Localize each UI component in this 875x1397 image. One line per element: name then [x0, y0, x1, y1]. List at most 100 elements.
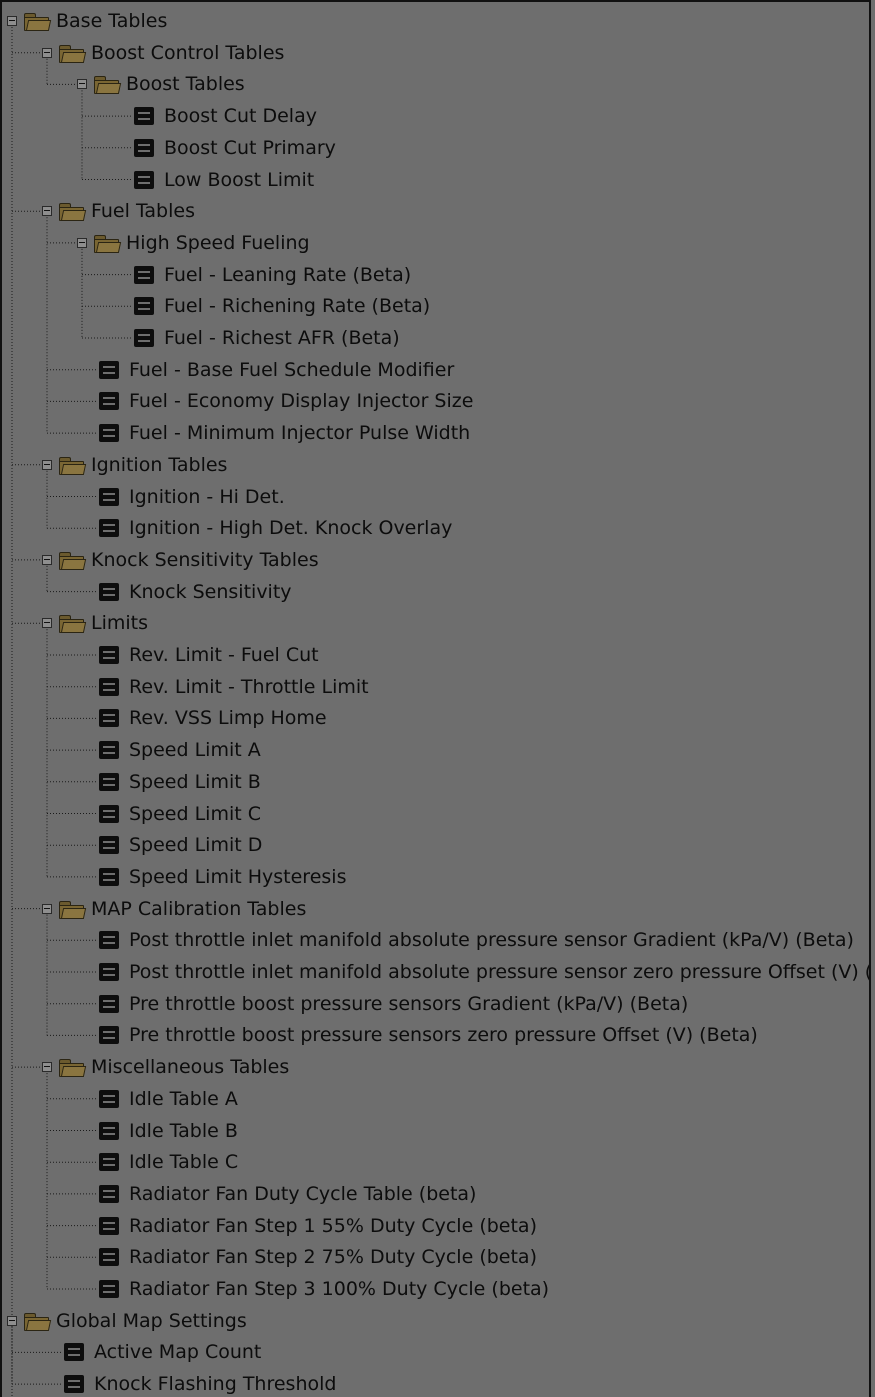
tree-node-label: MAP Calibration Tables [91, 897, 307, 920]
tree-folder-knock-sensitivity-tables[interactable]: Knock Sensitivity Tables [42, 545, 319, 575]
tree-folder-ignition-tables[interactable]: Ignition Tables [42, 450, 227, 480]
table-icon [99, 360, 119, 379]
tree-item-boost-cut-delay[interactable]: Boost Cut Delay [134, 101, 317, 131]
tree-item-knock-sensitivity[interactable]: Knock Sensitivity [99, 577, 292, 607]
tree-item-ignition-hi-det[interactable]: Ignition - Hi Det. [99, 482, 285, 512]
tree-item-fuel-richening-rate-beta[interactable]: Fuel - Richening Rate (Beta) [134, 291, 430, 321]
tree-item-low-boost-limit[interactable]: Low Boost Limit [134, 165, 314, 195]
collapse-toggle-icon[interactable] [7, 1315, 17, 1326]
table-icon [99, 519, 119, 538]
tree-node-label: Boost Cut Primary [164, 136, 336, 159]
table-icon [99, 1280, 119, 1298]
table-icon [99, 836, 119, 855]
tree-item-radiator-fan-duty-cycle-table-beta[interactable]: Radiator Fan Duty Cycle Table (beta) [99, 1179, 476, 1209]
tree-item-radiator-fan-step-2-75-duty-cycle-beta[interactable]: Radiator Fan Step 2 75% Duty Cycle (beta… [99, 1242, 537, 1272]
collapse-toggle-icon[interactable] [42, 1062, 52, 1073]
tree-item-knock-flashing-threshold[interactable]: Knock Flashing Threshold [64, 1369, 336, 1397]
table-icon [99, 424, 119, 443]
tree-node-label: Rev. Limit - Throttle Limit [129, 675, 369, 698]
tree-item-fuel-leaning-rate-beta[interactable]: Fuel - Leaning Rate (Beta) [134, 260, 411, 290]
tree-node-label: Fuel - Base Fuel Schedule Modifier [129, 358, 455, 381]
tree-item-post-throttle-inlet-manifold-absolute-pressure-sensor-zero-pressure-offset-v-beta[interactable]: Post throttle inlet manifold absolute pr… [99, 957, 869, 987]
tree-item-pre-throttle-boost-pressure-sensors-zero-pressure-offset-v-beta[interactable]: Pre throttle boost pressure sensors zero… [99, 1020, 758, 1050]
tree-folder-limits[interactable]: Limits [42, 608, 148, 638]
collapse-toggle-icon[interactable] [77, 79, 87, 90]
tree-item-pre-throttle-boost-pressure-sensors-gradient-kpa-v-beta[interactable]: Pre throttle boost pressure sensors Grad… [99, 989, 688, 1019]
table-icon [99, 1153, 119, 1172]
tree-node-label: Miscellaneous Tables [91, 1056, 290, 1079]
tree-item-fuel-base-fuel-schedule-modifier[interactable]: Fuel - Base Fuel Schedule Modifier [99, 355, 454, 385]
collapse-toggle-icon[interactable] [42, 554, 52, 565]
tree-folder-high-speed-fueling[interactable]: High Speed Fueling [77, 228, 310, 258]
tree-item-rev-limit-throttle-limit[interactable]: Rev. Limit - Throttle Limit [99, 672, 369, 702]
table-icon [99, 646, 119, 664]
tree-node-label: Fuel - Minimum Injector Pulse Width [129, 422, 471, 445]
table-icon [134, 170, 154, 189]
folder-open-icon [58, 900, 87, 919]
tree-item-radiator-fan-step-1-55-duty-cycle-beta[interactable]: Radiator Fan Step 1 55% Duty Cycle (beta… [99, 1211, 537, 1241]
tree-item-idle-table-b[interactable]: Idle Table B [99, 1116, 238, 1146]
table-icon [99, 804, 119, 823]
tree-folder-boost-tables[interactable]: Boost Tables [77, 69, 245, 99]
tree-node-label: Radiator Fan Duty Cycle Table (beta) [129, 1182, 477, 1205]
tree-node-label: Ignition - High Det. Knock Overlay [129, 517, 453, 540]
tree-folder-boost-control-tables[interactable]: Boost Control Tables [42, 38, 284, 68]
tree-item-idle-table-a[interactable]: Idle Table A [99, 1084, 238, 1114]
folder-open-icon [93, 234, 122, 253]
collapse-toggle-icon[interactable] [77, 237, 87, 248]
tree-folder-map-calibration-tables[interactable]: MAP Calibration Tables [42, 894, 306, 924]
collapse-toggle-icon[interactable] [42, 206, 52, 217]
tree-folder-base-tables[interactable]: Base Tables [7, 6, 167, 36]
collapse-toggle-icon[interactable] [42, 618, 52, 629]
tree-item-rev-limit-fuel-cut[interactable]: Rev. Limit - Fuel Cut [99, 640, 319, 670]
tree-item-speed-limit-d[interactable]: Speed Limit D [99, 830, 262, 860]
table-icon [99, 931, 119, 950]
table-icon [134, 265, 154, 284]
collapse-toggle-icon[interactable] [42, 903, 52, 914]
tree-node-label: Speed Limit B [129, 770, 261, 793]
tree-item-boost-cut-primary[interactable]: Boost Cut Primary [134, 133, 336, 163]
tree-item-speed-limit-c[interactable]: Speed Limit C [99, 799, 261, 829]
tree-node-label: Low Boost Limit [164, 168, 315, 191]
tree-folder-fuel-tables[interactable]: Fuel Tables [42, 196, 195, 226]
tree-folder-miscellaneous-tables[interactable]: Miscellaneous Tables [42, 1052, 289, 1082]
tree-node-label: Radiator Fan Step 3 100% Duty Cycle (bet… [129, 1278, 550, 1300]
tables-tree-view[interactable]: Base Tables Boost Control Tables Boost Tab… [0, 0, 871, 1397]
tree-item-idle-table-c[interactable]: Idle Table C [99, 1147, 238, 1177]
folder-open-icon [58, 456, 87, 475]
table-icon [64, 1343, 84, 1362]
collapse-toggle-icon[interactable] [7, 16, 17, 26]
table-icon [99, 709, 119, 728]
table-icon [134, 138, 154, 157]
tree-folder-global-map-settings[interactable]: Global Map Settings [7, 1306, 247, 1336]
tree-node-label: Pre throttle boost pressure sensors Grad… [129, 992, 689, 1015]
table-icon [99, 1089, 119, 1108]
tree-item-ignition-high-det-knock-overlay[interactable]: Ignition - High Det. Knock Overlay [99, 513, 452, 543]
tree-node-label: High Speed Fueling [126, 231, 310, 254]
table-icon [99, 994, 119, 1013]
folder-open-icon [23, 1312, 52, 1331]
tree-item-speed-limit-a[interactable]: Speed Limit A [99, 735, 261, 765]
tree-node-label: Idle Table A [129, 1087, 238, 1110]
tree-node-label: Boost Control Tables [91, 41, 285, 64]
tree-node-label: Idle Table C [129, 1151, 239, 1174]
tree-item-speed-limit-hysteresis[interactable]: Speed Limit Hysteresis [99, 862, 346, 892]
table-icon [99, 741, 119, 760]
tree-item-fuel-economy-display-injector-size[interactable]: Fuel - Economy Display Injector Size [99, 386, 473, 416]
table-icon [99, 867, 119, 886]
tree-item-fuel-richest-afr-beta[interactable]: Fuel - Richest AFR (Beta) [134, 323, 400, 353]
tree-item-radiator-fan-step-3-100-duty-cycle-beta[interactable]: Radiator Fan Step 3 100% Duty Cycle (bet… [99, 1274, 549, 1304]
tree-node-label: Pre throttle boost pressure sensors zero… [129, 1024, 758, 1047]
tree-node-label: Boost Tables [126, 73, 245, 96]
tree-item-rev-vss-limp-home[interactable]: Rev. VSS Limp Home [99, 703, 327, 733]
folder-open-icon [58, 202, 87, 222]
tree-item-post-throttle-inlet-manifold-absolute-pressure-sensor-gradient-kpa-v-beta[interactable]: Post throttle inlet manifold absolute pr… [99, 925, 854, 955]
tree-node-label: Rev. Limit - Fuel Cut [129, 644, 319, 666]
tree-item-fuel-minimum-injector-pulse-width[interactable]: Fuel - Minimum Injector Pulse Width [99, 418, 470, 448]
table-icon [99, 582, 119, 601]
folder-open-icon [93, 75, 122, 95]
tree-item-speed-limit-b[interactable]: Speed Limit B [99, 767, 261, 797]
collapse-toggle-icon[interactable] [42, 47, 52, 58]
collapse-toggle-icon[interactable] [42, 459, 52, 470]
tree-item-active-map-count[interactable]: Active Map Count [64, 1337, 261, 1367]
